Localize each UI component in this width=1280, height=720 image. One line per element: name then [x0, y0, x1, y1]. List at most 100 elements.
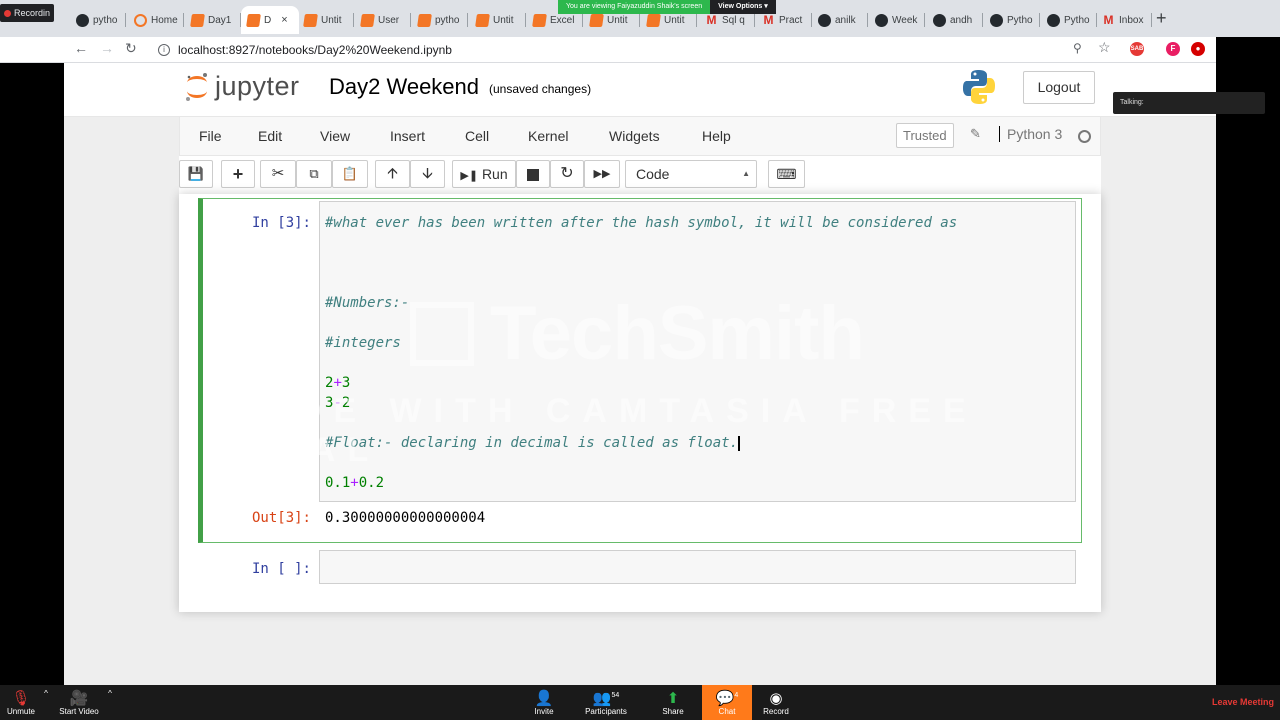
- code-line: 3-2: [325, 395, 350, 411]
- move-down-button[interactable]: 🡫: [410, 160, 445, 188]
- browser-tab[interactable]: M Inbox: [1096, 6, 1152, 34]
- menu-view[interactable]: View: [320, 128, 350, 144]
- back-arrow-icon[interactable]: ←: [74, 40, 88, 56]
- interrupt-button[interactable]: [516, 160, 550, 188]
- menu-widgets[interactable]: Widgets: [609, 128, 660, 144]
- paste-button[interactable]: 📋: [332, 160, 368, 188]
- browser-tab-label: Inbox: [1119, 14, 1144, 26]
- address-bar[interactable]: i localhost:8927/notebooks/Day2%20Weeken…: [150, 39, 1220, 61]
- browser-tab[interactable]: D ×: [241, 6, 299, 34]
- notebook-name[interactable]: Day2 Weekend: [329, 74, 479, 100]
- tab-divider: [924, 13, 925, 27]
- menu-edit[interactable]: Edit: [258, 128, 282, 144]
- browser-tab-label: Week: [892, 14, 918, 26]
- logout-button[interactable]: Logout: [1023, 71, 1095, 104]
- participants-icon: 👥54: [592, 690, 620, 707]
- github-icon: [76, 13, 89, 27]
- jupyter-logo[interactable]: jupyter: [185, 71, 300, 102]
- extension-red-icon[interactable]: ●: [1191, 42, 1205, 56]
- forward-arrow-icon[interactable]: →: [100, 40, 114, 56]
- record-button[interactable]: ◉ Record: [751, 689, 801, 716]
- code-operator: +: [333, 375, 342, 391]
- participants-button[interactable]: 👥54 Participants: [575, 689, 637, 716]
- step-forward-icon: ▶❚: [460, 170, 479, 182]
- record-icon: ◉: [769, 690, 783, 707]
- browser-tab[interactable]: Home: [128, 6, 184, 34]
- save-button[interactable]: 💾: [179, 160, 213, 188]
- browser-tab[interactable]: Pytho: [1041, 6, 1097, 34]
- close-tab-icon[interactable]: ×: [281, 14, 287, 26]
- leave-meeting-button[interactable]: Leave Meeting: [1212, 697, 1274, 707]
- code-line: #what ever has been written after the ha…: [325, 215, 958, 231]
- browser-tab-label: Untit: [321, 14, 342, 26]
- tab-divider: [1151, 13, 1152, 27]
- cut-button[interactable]: ✂: [260, 160, 296, 188]
- browser-tab-strip: Recordin pytho Home Day1 D × Untit User pytho Un…: [0, 0, 1280, 37]
- code-cell-selected[interactable]: In [3]: #what ever has been written afte…: [198, 198, 1082, 543]
- tab-divider: [639, 13, 640, 27]
- fast-forward-icon: ▶▶: [593, 168, 611, 180]
- new-tab-button[interactable]: +: [1156, 8, 1167, 29]
- python-logo-icon: [963, 70, 995, 104]
- github-icon: [875, 13, 888, 27]
- tab-divider: [582, 13, 583, 27]
- tab-divider: [467, 13, 468, 27]
- chat-button[interactable]: 💬4 Chat: [702, 689, 752, 716]
- share-screen-icon: ⬆: [666, 690, 680, 707]
- chat-bubble-icon: 💬4: [715, 690, 739, 707]
- gmail-icon: M: [706, 12, 717, 27]
- extension-badge[interactable]: SAB: [1130, 42, 1144, 56]
- menu-insert[interactable]: Insert: [390, 128, 425, 144]
- screen-share-banner: You are viewing Faiyazuddin Shaik's scre…: [558, 0, 776, 14]
- cell-type-select[interactable]: Code▲▼: [625, 160, 757, 204]
- menu-file[interactable]: File: [199, 128, 222, 144]
- empty-code-editor[interactable]: [319, 550, 1076, 584]
- run-button[interactable]: ▶❚ Run: [452, 160, 516, 188]
- menu-cell[interactable]: Cell: [465, 128, 489, 144]
- invite-button[interactable]: 👤 Invite: [519, 689, 569, 716]
- browser-tab[interactable]: andh: [927, 6, 983, 34]
- browser-tab[interactable]: anilk: [812, 6, 868, 34]
- browser-tab[interactable]: Day1: [185, 6, 241, 34]
- audio-options-caret-icon[interactable]: ^: [40, 689, 52, 698]
- site-info-icon[interactable]: i: [158, 44, 170, 56]
- video-options-caret-icon[interactable]: ^: [104, 689, 116, 698]
- menu-help[interactable]: Help: [702, 128, 731, 144]
- code-line: #integers: [325, 335, 401, 351]
- save-floppy-icon: 💾: [187, 166, 205, 181]
- jupyter-wordmark: jupyter: [215, 71, 300, 101]
- copy-button[interactable]: ⧉: [296, 160, 332, 188]
- share-button[interactable]: ⬆ Share: [648, 689, 698, 716]
- jupyter-icon: [303, 13, 318, 27]
- reload-icon[interactable]: ↻: [125, 40, 137, 57]
- jupyter-icon: [646, 13, 661, 27]
- code-editor[interactable]: #what ever has been written after the ha…: [319, 201, 1076, 502]
- browser-tab-label: Excel: [550, 14, 575, 26]
- kernel-name: Python 3: [999, 126, 1062, 142]
- restart-button[interactable]: ↻: [550, 160, 584, 188]
- browser-tab[interactable]: Week: [869, 6, 925, 34]
- browser-tab[interactable]: User: [355, 6, 411, 34]
- command-palette-button[interactable]: ⌨: [768, 160, 805, 188]
- browser-tab-label: anilk: [835, 14, 856, 26]
- move-up-button[interactable]: 🡩: [375, 160, 410, 188]
- browser-tab[interactable]: pytho: [70, 6, 126, 34]
- plus-icon: +: [232, 164, 244, 184]
- insert-cell-button[interactable]: +: [221, 160, 255, 188]
- trusted-button[interactable]: Trusted: [896, 123, 954, 148]
- profile-avatar[interactable]: F: [1166, 42, 1180, 56]
- start-video-button[interactable]: 🎥 Start Video: [54, 689, 104, 716]
- restart-run-all-button[interactable]: ▶▶: [584, 160, 620, 188]
- zoom-magnifier-icon[interactable]: ⚲: [1073, 41, 1082, 55]
- browser-tab[interactable]: Pytho: [984, 6, 1040, 34]
- start-video-label: Start Video: [59, 707, 99, 716]
- view-options-button[interactable]: View Options ▾: [710, 0, 776, 14]
- browser-tab[interactable]: Untit: [298, 6, 354, 34]
- browser-tab[interactable]: Untit: [470, 6, 526, 34]
- bookmark-star-icon[interactable]: ☆: [1098, 39, 1111, 56]
- browser-tab[interactable]: pytho: [412, 6, 468, 34]
- run-label: Run: [481, 166, 508, 182]
- tab-divider: [754, 13, 755, 27]
- menu-kernel[interactable]: Kernel: [528, 128, 568, 144]
- browser-tab-label: andh: [950, 14, 973, 26]
